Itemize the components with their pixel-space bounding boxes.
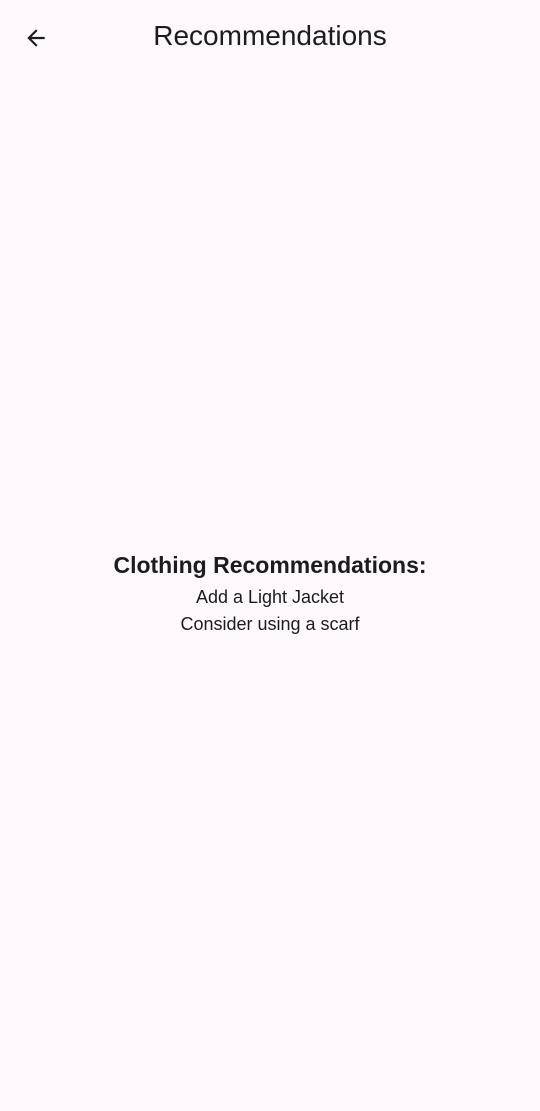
- recommendations-screen: Recommendations Clothing Recommendations…: [0, 0, 540, 1111]
- clothing-recommendations-heading: Clothing Recommendations:: [113, 552, 427, 578]
- page-title: Recommendations: [153, 20, 387, 51]
- recommendation-item-scarf: Consider using a scarf: [180, 614, 360, 634]
- app-bar: Recommendations: [0, 0, 540, 74]
- recommendation-list: Add a Light Jacket Consider using a scar…: [0, 584, 540, 638]
- recommendation-item-light-jacket: Add a Light Jacket: [195, 587, 345, 607]
- recommendations-content: Clothing Recommendations: Add a Light Ja…: [0, 546, 540, 638]
